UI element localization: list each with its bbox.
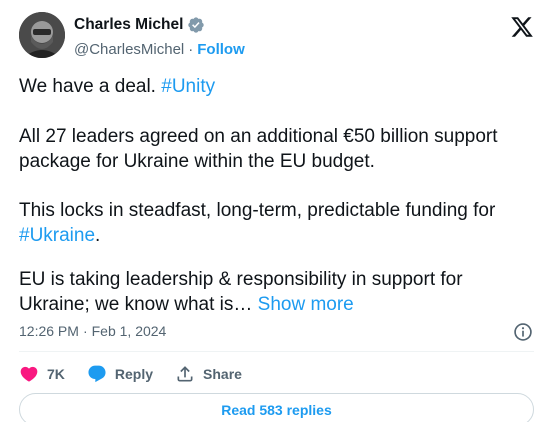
- tweet-paragraph-4: EU is taking leadership & responsibility…: [19, 267, 534, 317]
- paragraph-3-tail: .: [95, 225, 101, 246]
- hashtag-ukraine[interactable]: #Ukraine: [19, 225, 95, 246]
- timestamp-separator: ·: [82, 323, 88, 339]
- author-header: Charles Michel @CharlesMichel · Follow: [74, 14, 245, 59]
- like-button[interactable]: 7K: [19, 364, 65, 384]
- action-bar: 7K Reply Share: [19, 362, 264, 386]
- divider: [19, 351, 534, 352]
- reply-label: Reply: [114, 366, 154, 382]
- handle-separator: ·: [188, 40, 194, 58]
- avatar[interactable]: [19, 12, 65, 58]
- paragraph-3-text: This locks in steadfast, long-term, pred…: [19, 200, 496, 221]
- reply-button[interactable]: Reply: [87, 364, 153, 384]
- x-logo-icon[interactable]: [510, 15, 534, 39]
- share-icon: [177, 366, 193, 382]
- paragraph-1-text: We have a deal.: [19, 76, 162, 97]
- follow-button[interactable]: Follow: [197, 41, 245, 58]
- tweet-card: Charles Michel @CharlesMichel · Follow W…: [0, 0, 550, 422]
- heart-icon: [20, 366, 38, 382]
- avatar-photo: [19, 12, 65, 58]
- tweet-paragraph-3: This locks in steadfast, long-term, pred…: [19, 198, 534, 248]
- like-count: 7K: [47, 366, 65, 382]
- hashtag-unity[interactable]: #Unity: [161, 76, 215, 97]
- info-icon[interactable]: [513, 322, 533, 342]
- tweet-date[interactable]: Feb 1, 2024: [92, 323, 167, 339]
- verified-badge-icon: [188, 17, 205, 33]
- tweet-paragraph-1: We have a deal. #Unity: [19, 74, 215, 99]
- paragraph-4-text: EU is taking leadership & responsibility…: [19, 269, 463, 315]
- tweet-time[interactable]: 12:26 PM: [19, 323, 79, 339]
- share-button[interactable]: Share: [175, 364, 242, 384]
- tweet-paragraph-2: All 27 leaders agreed on an additional €…: [19, 126, 498, 172]
- share-label: Share: [203, 366, 242, 382]
- speech-bubble-icon: [88, 365, 106, 383]
- author-name[interactable]: Charles Michel: [74, 16, 183, 34]
- read-replies-button[interactable]: Read 583 replies: [19, 393, 534, 422]
- timestamp[interactable]: 12:26 PM · Feb 1, 2024: [19, 321, 534, 341]
- author-handle[interactable]: @CharlesMichel: [74, 41, 184, 58]
- show-more-link[interactable]: Show more: [258, 294, 354, 315]
